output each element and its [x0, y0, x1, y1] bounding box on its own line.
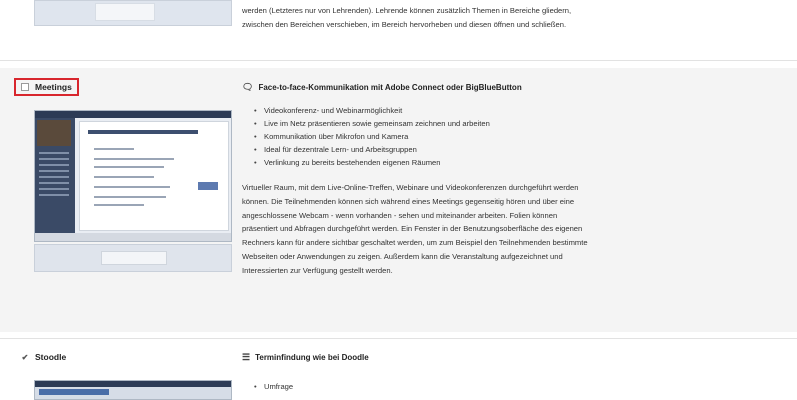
stoodle-feature-list: Umfrage	[242, 380, 712, 393]
top-description-line-1: werden (Letzteres nur von Lehrenden). Le…	[242, 6, 572, 15]
meetings-description-line: Virtueller Raum, mit dem Live-Online-Tre…	[242, 183, 579, 192]
meetings-description-line: präsentiert und Abfragen durchgeführt we…	[242, 224, 583, 234]
meetings-description-line: Rechners kann für andere sichtbar gescha…	[242, 238, 588, 248]
list-item: Verlinkung zu bereits bestehenden eigene…	[242, 156, 712, 169]
meetings-description-line: können. Die Teilnehmenden können sich wä…	[242, 196, 575, 206]
list-item: Videokonferenz- und Webinarmöglichkeit	[242, 104, 712, 117]
meetings-title: Meetings	[35, 82, 72, 92]
list-item: Ideal für dezentrale Lern- und Arbeitsgr…	[242, 143, 712, 156]
meetings-screenshot	[34, 110, 232, 242]
stoodle-screenshot	[34, 380, 232, 400]
divider	[0, 60, 797, 61]
stoodle-title: Stoodle	[35, 352, 67, 362]
meetings-heading: Face-to-face-Kommunikation mit Adobe Con…	[258, 82, 522, 92]
list-icon: ☰	[242, 351, 251, 362]
meetings-title-highlight[interactable]: Meetings	[14, 78, 79, 96]
divider	[0, 338, 797, 339]
list-item: Kommunikation über Mikrofon und Kamera	[242, 130, 712, 143]
meetings-description-line: angeschlossene Webcam - wenn vorhanden -…	[242, 210, 558, 220]
list-item: Umfrage	[242, 380, 712, 393]
chat-bubble-icon: 🗨	[242, 81, 254, 92]
meetings-screenshot-footer	[34, 244, 232, 272]
top-tool-screenshot	[34, 0, 232, 26]
meetings-checkbox[interactable]	[21, 83, 29, 91]
stoodle-heading: Terminfindung wie bei Doodle	[255, 352, 369, 362]
meetings-feature-list: Videokonferenz- und Webinarmöglichkeit L…	[242, 104, 712, 169]
stoodle-check-icon[interactable]: ✔	[21, 353, 29, 362]
list-item: Live im Netz präsentieren sowie gemeinsa…	[242, 117, 712, 130]
meetings-description-line: Webseiten oder Anwendungen zu zeigen. Au…	[242, 251, 563, 261]
meetings-description: Virtueller Raum, mit dem Live-Online-Tre…	[242, 181, 712, 278]
top-description-line-2: zwischen den Bereichen verschieben, im B…	[242, 19, 567, 29]
meetings-description-line: Interessierten zur Verfügung gestellt we…	[242, 265, 393, 275]
top-section: werden (Letzteres nur von Lehrenden). Le…	[0, 0, 797, 52]
